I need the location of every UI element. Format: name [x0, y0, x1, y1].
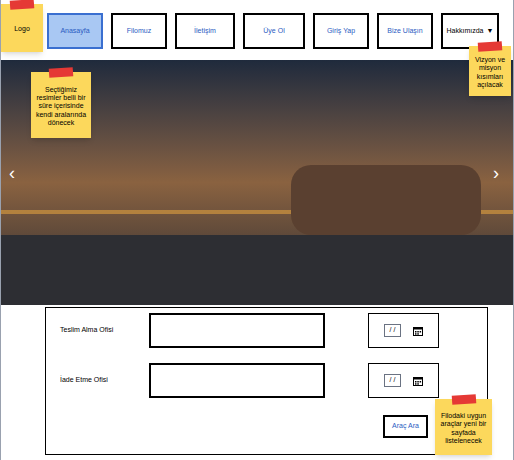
- car-shape: [291, 165, 481, 235]
- nav-button[interactable]: Anasayfa: [47, 13, 103, 49]
- nav-button[interactable]: İletişim: [175, 13, 235, 49]
- nav-button[interactable]: Filomuz: [111, 13, 167, 49]
- next-arrow[interactable]: ›: [493, 160, 499, 187]
- tape: [49, 67, 74, 78]
- form-note: Filodaki uygun araçlar yeni bir sayfada …: [435, 399, 492, 455]
- caret-icon: ▼: [487, 26, 494, 37]
- date-field[interactable]: / /: [368, 363, 439, 398]
- road: [1, 235, 513, 305]
- form-row: Teslim Alma Ofisi/ /: [46, 313, 487, 348]
- button-row: Araç Ara: [46, 415, 487, 438]
- search-form: Teslim Alma Ofisi/ / İade Etme Ofisi/ / Ar…: [45, 307, 488, 455]
- calendar-icon[interactable]: [413, 376, 423, 386]
- nav-button[interactable]: Üye Ol: [243, 13, 305, 49]
- prev-arrow[interactable]: ‹: [9, 160, 15, 187]
- search-button[interactable]: Araç Ara: [383, 415, 428, 438]
- about-note: Vizyon ve misyon kısımları açılacak: [469, 46, 511, 96]
- nav-button[interactable]: Giriş Yap: [313, 13, 369, 49]
- form-row: İade Etme Ofisi/ /: [46, 363, 487, 398]
- date-field[interactable]: / /: [368, 313, 439, 348]
- tape: [10, 0, 35, 10]
- nav-bar: AnasayfaFilomuzİletişimÜye OlGiriş YapBi…: [47, 0, 499, 49]
- nav-button[interactable]: Bize Ulaşın: [377, 13, 433, 49]
- office-input[interactable]: [149, 363, 325, 398]
- carousel-note: Seçtiğimiz resimler belli bir süre içeri…: [31, 72, 91, 138]
- hero-carousel: ‹ › Seçtiğimiz resimler belli bir süre içe…: [1, 60, 513, 305]
- tape: [478, 41, 503, 52]
- calendar-icon[interactable]: [413, 326, 423, 336]
- header: LogoAnasayfaFilomuzİletişimÜye OlGiriş Y…: [1, 0, 513, 60]
- logo-note: Logo: [1, 4, 43, 52]
- office-input[interactable]: [149, 313, 325, 348]
- tape: [451, 394, 476, 405]
